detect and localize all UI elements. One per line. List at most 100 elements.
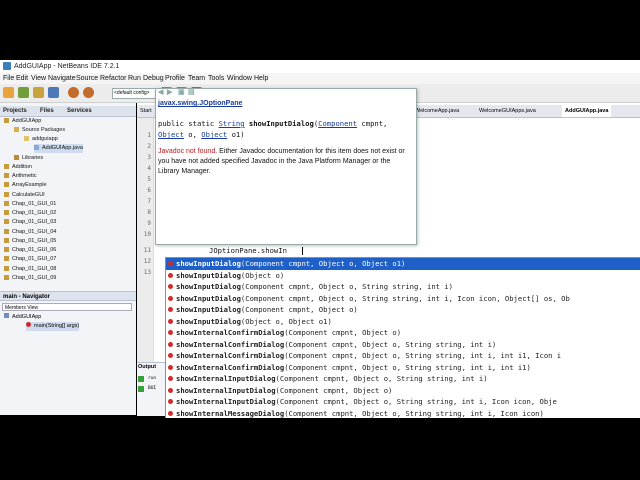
tree-item[interactable]: AddGUIApp [4, 117, 41, 126]
menu-edit[interactable]: Edit [16, 73, 28, 84]
forward-arrow-icon[interactable]: ▶ [167, 89, 172, 97]
project-icon [4, 266, 9, 272]
completion-item[interactable]: showInputDialog(Component cmpnt, Object … [166, 304, 640, 316]
package-folder-icon [14, 127, 19, 133]
menu-source[interactable]: Source [76, 73, 98, 84]
back-arrow-icon[interactable]: ◀ [158, 89, 163, 97]
rerun-icon[interactable] [138, 376, 144, 382]
projects-tabs: Projects Files Services [0, 106, 136, 117]
tab-welcomeapp[interactable]: WelcomeApp.java [415, 105, 459, 117]
completion-item[interactable]: showInputDialog(Component cmpnt, Object … [166, 281, 640, 293]
line-number: 7 [147, 198, 151, 205]
tab-welcomeguiapps[interactable]: WelcomeGUIApps.java [479, 105, 536, 117]
completion-item[interactable]: showInternalConfirmDialog(Component cmpn… [166, 362, 640, 374]
completion-item-selected[interactable]: showInputDialog(Component cmpnt, Object … [166, 258, 640, 270]
tab-files[interactable]: Files [40, 106, 54, 116]
menu-profile[interactable]: Profile [165, 73, 185, 84]
param-type-link[interactable]: Object [201, 130, 227, 139]
menu-file[interactable]: File [3, 73, 14, 84]
line-number: 1 [147, 132, 151, 139]
open-project-icon[interactable] [33, 87, 44, 98]
line-number: 11 [143, 247, 151, 254]
tree-item[interactable]: Arithmetic [4, 172, 36, 181]
return-type-link[interactable]: String [219, 119, 245, 128]
tree-item[interactable]: Chap_01_GUI_03 [4, 218, 56, 227]
tree-item[interactable]: addguiapp [24, 135, 58, 144]
tree-item[interactable]: Addition [4, 163, 32, 172]
completion-item[interactable]: showInputDialog(Object o, Object o1) [166, 316, 640, 328]
menu-run[interactable]: Run [128, 73, 141, 84]
tree-item[interactable]: Chap_01_GUI_06 [4, 246, 56, 255]
tree-item[interactable]: ArrayExample [4, 181, 47, 190]
tab-projects[interactable]: Projects [3, 106, 27, 116]
menu-refactor[interactable]: Refactor [100, 73, 126, 84]
completion-item[interactable]: showInputDialog(Object o) [166, 270, 640, 282]
method-icon [168, 307, 173, 312]
javadoc-class-link[interactable]: javax.swing.JOptionPane [158, 100, 242, 107]
line-number: 13 [143, 269, 151, 276]
new-project-icon[interactable] [18, 87, 29, 98]
class-icon [4, 313, 9, 318]
title-bar: AddGUIApp - NetBeans IDE 7.2.1 [0, 60, 640, 73]
tree-item[interactable]: Chap_01_GUI_08 [4, 265, 56, 274]
param-type-link[interactable]: Component [318, 119, 357, 128]
members-view-select[interactable]: Members View [2, 303, 132, 311]
method-icon [26, 322, 31, 327]
navigator-class[interactable]: AddGUIApp [4, 313, 41, 322]
param-type-link[interactable]: Object [158, 130, 184, 139]
tree-item-selected[interactable]: AddGUIApp.java [34, 144, 83, 153]
tree-item[interactable]: Chap_01_GUI_04 [4, 228, 56, 237]
tree-item[interactable]: Chap_01_GUI_07 [4, 255, 56, 264]
javadoc-message: Javadoc not found. Either Javadoc docume… [158, 148, 405, 175]
line-number: 9 [147, 220, 151, 227]
tab-services[interactable]: Services [67, 106, 92, 116]
menu-window[interactable]: Window [227, 73, 252, 84]
method-icon [168, 387, 173, 393]
completion-item[interactable]: showInternalConfirmDialog(Component cmpn… [166, 350, 640, 362]
tree-item[interactable]: Chap_01_GUI_02 [4, 209, 56, 218]
redo-icon[interactable] [83, 87, 94, 98]
method-icon [168, 399, 173, 404]
configuration-select[interactable]: <default config> [112, 88, 157, 99]
tree-item[interactable]: Source Packages [14, 126, 65, 135]
tree-item[interactable]: Chap_01_GUI_05 [4, 237, 56, 246]
project-tree: AddGUIApp Source Packages addguiapp AddG… [0, 117, 128, 287]
tab-start[interactable]: Start [140, 105, 152, 117]
code-completion-list[interactable]: showInputDialog(Component cmpnt, Object … [165, 257, 640, 419]
completion-item[interactable]: showInputDialog(Component cmpnt, Object … [166, 293, 640, 305]
navigator-header[interactable]: main - Navigator [0, 291, 136, 301]
line-number: 2 [147, 143, 151, 150]
completion-item[interactable]: showInternalConfirmDialog(Component cmpn… [166, 327, 640, 339]
menu-debug[interactable]: Debug [143, 73, 164, 84]
project-icon [4, 219, 9, 225]
tree-item[interactable]: CalculateGUI [4, 191, 45, 200]
output-title[interactable]: Output [138, 364, 156, 370]
project-icon [4, 247, 9, 253]
undo-icon[interactable] [68, 87, 79, 98]
project-icon [4, 164, 9, 170]
completion-item[interactable]: showInternalInputDialog(Component cmpnt,… [166, 385, 640, 397]
rerun-icon[interactable] [138, 386, 144, 392]
goto-source-icon[interactable]: ▤ [188, 89, 195, 97]
method-icon [168, 330, 173, 335]
navigator-method[interactable]: main(String[] args) [26, 322, 80, 331]
new-file-icon[interactable] [3, 87, 14, 98]
package-icon [24, 136, 29, 142]
menu-help[interactable]: Help [254, 73, 268, 84]
letterbox-bottom [0, 418, 640, 480]
tree-item[interactable]: Chap_01_GUI_09 [4, 274, 56, 283]
code-line[interactable]: JOptionPane.showIn [209, 246, 287, 255]
browser-icon[interactable]: ▣ [178, 89, 185, 97]
tab-addguiapp[interactable]: AddGUIApp.java [562, 105, 612, 117]
tree-item[interactable]: Chap_01_GUI_01 [4, 200, 56, 209]
menu-view[interactable]: View [31, 73, 46, 84]
tree-item[interactable]: Libraries [14, 154, 43, 163]
completion-item[interactable]: showInternalInputDialog(Component cmpnt,… [166, 373, 640, 385]
menu-team[interactable]: Team [188, 73, 205, 84]
method-icon [168, 341, 173, 347]
completion-item[interactable]: showInternalInputDialog(Component cmpnt,… [166, 396, 640, 408]
completion-item[interactable]: showInternalConfirmDialog(Component cmpn… [166, 339, 640, 351]
save-all-icon[interactable] [48, 87, 59, 98]
menu-navigate[interactable]: Navigate [48, 73, 76, 84]
menu-tools[interactable]: Tools [208, 73, 224, 84]
